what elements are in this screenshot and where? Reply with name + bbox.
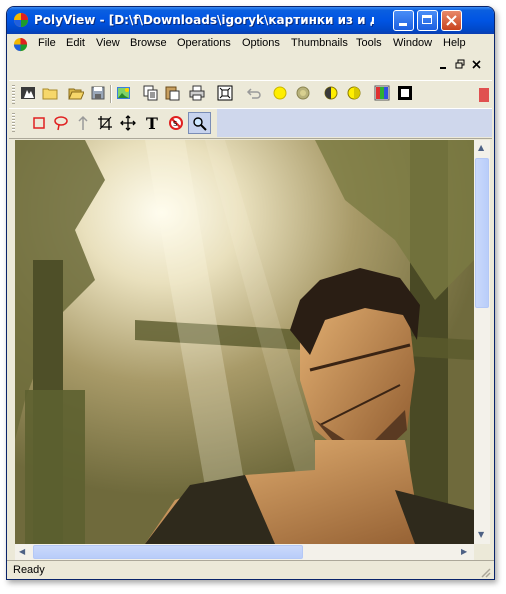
menu-file[interactable]: File (38, 37, 56, 49)
lasso-icon[interactable] (53, 115, 69, 131)
image-canvas[interactable] (15, 140, 474, 544)
color-icon[interactable] (374, 85, 390, 101)
svg-text:S: S (173, 120, 178, 128)
brightness-down-icon[interactable] (295, 85, 311, 101)
undo-icon[interactable] (246, 85, 262, 101)
zoom-icon (193, 117, 207, 131)
contrast-down-icon[interactable] (346, 85, 362, 101)
copy-icon[interactable] (143, 85, 159, 101)
save-icon[interactable] (90, 85, 106, 101)
menu-thumbnails[interactable]: Thumbnails (291, 37, 348, 49)
frame-icon[interactable] (397, 85, 413, 101)
resize-grip-icon[interactable] (479, 566, 491, 578)
menu-view[interactable]: View (96, 37, 120, 49)
title-bar[interactable]: PolyView - [D:\f\Downloads\igoryk\картин… (7, 7, 494, 34)
tools-toolbar: T S (9, 108, 492, 139)
window-title: PolyView - [D:\f\Downloads\igoryk\картин… (34, 13, 374, 27)
status-text: Ready (13, 564, 45, 576)
brightness-up-icon[interactable] (272, 85, 288, 101)
maximize-icon (422, 15, 432, 24)
print-icon[interactable] (189, 85, 205, 101)
scroll-right-icon[interactable]: ▶ (461, 547, 467, 556)
app-icon (14, 13, 28, 27)
menu-operations[interactable]: Operations (177, 37, 231, 49)
crop-icon[interactable] (97, 115, 113, 131)
minimize-button[interactable] (393, 10, 414, 31)
minimize-icon (399, 23, 407, 26)
toolbar-separator (110, 85, 112, 103)
toolbar-grip[interactable] (12, 85, 15, 104)
text-icon[interactable]: T (146, 114, 158, 133)
scroll-down-icon[interactable]: ▼ (478, 530, 484, 539)
child-restore-icon[interactable] (455, 59, 465, 69)
menu-edit[interactable]: Edit (66, 37, 85, 49)
menu-bar: File Edit View Browse Operations Options… (7, 34, 494, 54)
arrow-icon[interactable] (75, 115, 91, 131)
menu-tools[interactable]: Tools (356, 37, 382, 49)
maximize-button[interactable] (417, 10, 438, 31)
close-icon (446, 15, 457, 26)
horizontal-scrollbar[interactable]: ◀ ▶ (15, 544, 474, 560)
menu-window[interactable]: Window (393, 37, 432, 49)
document-icon[interactable] (13, 37, 28, 52)
folder-icon[interactable] (42, 85, 58, 101)
main-toolbar (9, 80, 492, 109)
menu-options[interactable]: Options (242, 37, 280, 49)
vertical-scroll-thumb[interactable] (475, 158, 489, 308)
child-minimize-icon[interactable] (439, 61, 448, 70)
vertical-scrollbar[interactable]: ▲ ▼ (474, 140, 490, 544)
scroll-up-icon[interactable]: ▲ (478, 143, 484, 152)
open-recent-icon[interactable] (20, 85, 36, 101)
toolbar-overflow-icon[interactable] (479, 88, 489, 102)
zoom-tool-button[interactable] (188, 112, 211, 134)
child-close-icon[interactable] (472, 60, 481, 69)
close-button[interactable] (441, 10, 462, 31)
horizontal-scroll-thumb[interactable] (33, 545, 303, 559)
image-icon[interactable] (116, 85, 132, 101)
no-icon[interactable]: S (168, 115, 184, 131)
fit-icon[interactable] (217, 85, 233, 101)
app-window: PolyView - [D:\f\Downloads\igoryk\картин… (6, 6, 495, 580)
toolbar-grip[interactable] (12, 113, 15, 132)
rectangle-select-icon[interactable] (31, 115, 47, 131)
scroll-left-icon[interactable]: ◀ (19, 547, 25, 556)
toolbar-empty-area (217, 109, 492, 137)
contrast-icon[interactable] (323, 85, 339, 101)
open-folder-icon[interactable] (68, 85, 84, 101)
paste-icon[interactable] (164, 85, 180, 101)
scrollbar-corner (474, 544, 490, 560)
menu-browse[interactable]: Browse (130, 37, 167, 49)
move-icon[interactable] (120, 115, 136, 131)
status-bar: Ready (7, 560, 494, 579)
artwork-image (15, 140, 474, 544)
menu-help[interactable]: Help (443, 37, 466, 49)
